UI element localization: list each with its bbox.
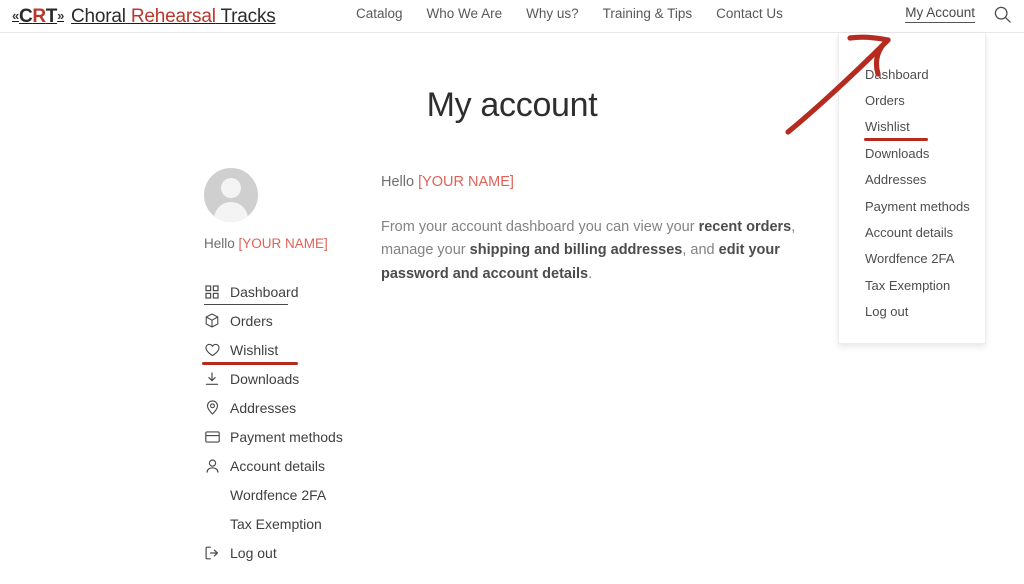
- sidebar-item-wishlist[interactable]: Wishlist: [202, 335, 364, 366]
- search-icon[interactable]: [993, 5, 1012, 24]
- logo-letter-t: T: [45, 6, 58, 27]
- download-icon: [204, 371, 220, 387]
- grid-icon: [204, 284, 220, 300]
- dropdown-item-tax-exemption[interactable]: Tax Exemption: [839, 272, 985, 298]
- dropdown-item-wordfence-2fa[interactable]: Wordfence 2FA: [839, 246, 985, 272]
- nav-item-training-tips[interactable]: Training & Tips: [591, 6, 705, 21]
- credit-card-icon: [204, 429, 220, 445]
- dropdown-item-label: Wishlist: [865, 119, 910, 135]
- brand-word-tracks: Tracks: [220, 6, 276, 27]
- greeting-prefix: Hello: [381, 174, 419, 190]
- logo-letter-r: R: [32, 6, 46, 27]
- avatar-head-shape: [221, 178, 241, 198]
- sidebar-item-orders[interactable]: Orders: [204, 306, 364, 335]
- desc-link-recent-orders[interactable]: recent orders: [699, 219, 792, 235]
- sidebar-item-label: Dashboard: [230, 283, 299, 300]
- sidebar-item-label: Tax Exemption: [230, 515, 322, 532]
- sidebar-item-label: Wishlist: [230, 341, 279, 358]
- sidebar-item-account-details[interactable]: Account details: [204, 451, 364, 480]
- dropdown-item-dashboard[interactable]: Dashboard: [839, 61, 985, 87]
- site-logo[interactable]: «C R T» Choral Rehearsal Tracks: [12, 2, 276, 31]
- dropdown-item-orders[interactable]: Orders: [839, 87, 985, 113]
- brand-wordmark: Choral Rehearsal Tracks: [71, 7, 276, 26]
- dashboard-greeting: Hello [YOUR NAME]: [381, 174, 851, 190]
- dropdown-item-label: Dashboard: [865, 66, 929, 82]
- logo-chevron-left: «: [12, 8, 19, 23]
- sidebar-item-dashboard[interactable]: Dashboard: [204, 277, 364, 306]
- user-icon: [204, 458, 220, 474]
- nav-item-catalog[interactable]: Catalog: [356, 6, 415, 21]
- my-account-dropdown-menu: Dashboard Orders Wishlist Downloads Addr…: [838, 33, 986, 344]
- box-icon: [204, 313, 220, 329]
- crt-logo-mark: «C R T»: [12, 7, 64, 26]
- sidebar-item-label: Orders: [230, 312, 273, 329]
- dropdown-item-label: Addresses: [865, 172, 927, 188]
- logout-icon: [204, 545, 220, 561]
- sidebar-item-log-out[interactable]: Log out: [204, 538, 364, 567]
- dropdown-list: Dashboard Orders Wishlist Downloads Addr…: [839, 33, 985, 325]
- greeting-name-placeholder: [YOUR NAME]: [418, 174, 514, 190]
- heart-icon: [204, 342, 220, 358]
- account-dashboard-content: Hello [YOUR NAME] From your account dash…: [381, 174, 851, 286]
- dropdown-item-account-details[interactable]: Account details: [839, 219, 985, 245]
- dropdown-item-addresses[interactable]: Addresses: [839, 167, 985, 193]
- dropdown-item-payment-methods[interactable]: Payment methods: [839, 193, 985, 219]
- desc-link-addresses[interactable]: shipping and billing addresses: [470, 242, 683, 258]
- dropdown-item-label: Wordfence 2FA: [865, 251, 955, 267]
- dropdown-item-label: Orders: [865, 93, 905, 109]
- sidebar-item-downloads[interactable]: Downloads: [204, 364, 364, 393]
- sidebar-greeting-prefix: Hello: [204, 236, 239, 251]
- dropdown-item-label: Log out: [865, 304, 909, 320]
- site-header: «C R T» Choral Rehearsal Tracks Catalog Wh…: [0, 0, 1024, 33]
- brand-word-choral: Choral: [71, 6, 126, 27]
- dropdown-item-log-out[interactable]: Log out: [839, 299, 985, 325]
- desc-segment-1: From your account dashboard you can view…: [381, 219, 699, 235]
- nav-item-why-us[interactable]: Why us?: [514, 6, 591, 21]
- dropdown-item-downloads[interactable]: Downloads: [839, 140, 985, 166]
- sidebar-item-label: Addresses: [230, 399, 297, 416]
- dropdown-item-wishlist[interactable]: Wishlist: [839, 114, 985, 142]
- dashboard-description: From your account dashboard you can view…: [381, 216, 851, 286]
- sidebar-item-wordfence-2fa[interactable]: Wordfence 2FA: [204, 480, 364, 509]
- logo-letter-c: C: [18, 6, 33, 27]
- header-right-actions: My Account: [905, 5, 1012, 24]
- sidebar-greeting: Hello [YOUR NAME]: [204, 236, 364, 251]
- main-navigation: Catalog Who We Are Why us? Training & Ti…: [356, 6, 795, 21]
- sidebar-item-label: Downloads: [230, 370, 300, 387]
- dropdown-item-label: Tax Exemption: [865, 277, 951, 293]
- dropdown-item-label: Payment methods: [865, 198, 970, 214]
- sidebar-item-label: Log out: [230, 544, 277, 561]
- dropdown-item-label: Downloads: [865, 145, 930, 161]
- dropdown-item-label: Account details: [865, 225, 954, 241]
- logo-chevron-right: »: [57, 8, 65, 23]
- sidebar-item-tax-exemption[interactable]: Tax Exemption: [204, 509, 364, 538]
- map-pin-icon: [204, 400, 220, 416]
- account-menu: Dashboard Orders Wishlist Downloads Addr…: [202, 277, 364, 567]
- account-sidebar: Hello [YOUR NAME] Dashboard Orders Wishl…: [202, 168, 364, 583]
- desc-segment-4: .: [588, 265, 593, 282]
- avatar-body-shape: [214, 202, 248, 222]
- sidebar-item-label: Account details: [230, 457, 325, 474]
- brand-word-rehearsal: Rehearsal: [130, 6, 216, 27]
- my-account-link[interactable]: My Account: [905, 5, 975, 24]
- desc-segment-3: , and: [682, 242, 719, 259]
- avatar: [204, 168, 258, 222]
- sidebar-item-payment-methods[interactable]: Payment methods: [204, 422, 364, 451]
- sidebar-greeting-name: [YOUR NAME]: [238, 236, 328, 251]
- sidebar-item-label: Payment methods: [230, 428, 343, 445]
- nav-item-contact-us[interactable]: Contact Us: [704, 6, 795, 21]
- sidebar-item-label: Wordfence 2FA: [230, 486, 327, 503]
- sidebar-item-addresses[interactable]: Addresses: [204, 393, 364, 422]
- nav-item-who-we-are[interactable]: Who We Are: [415, 6, 515, 21]
